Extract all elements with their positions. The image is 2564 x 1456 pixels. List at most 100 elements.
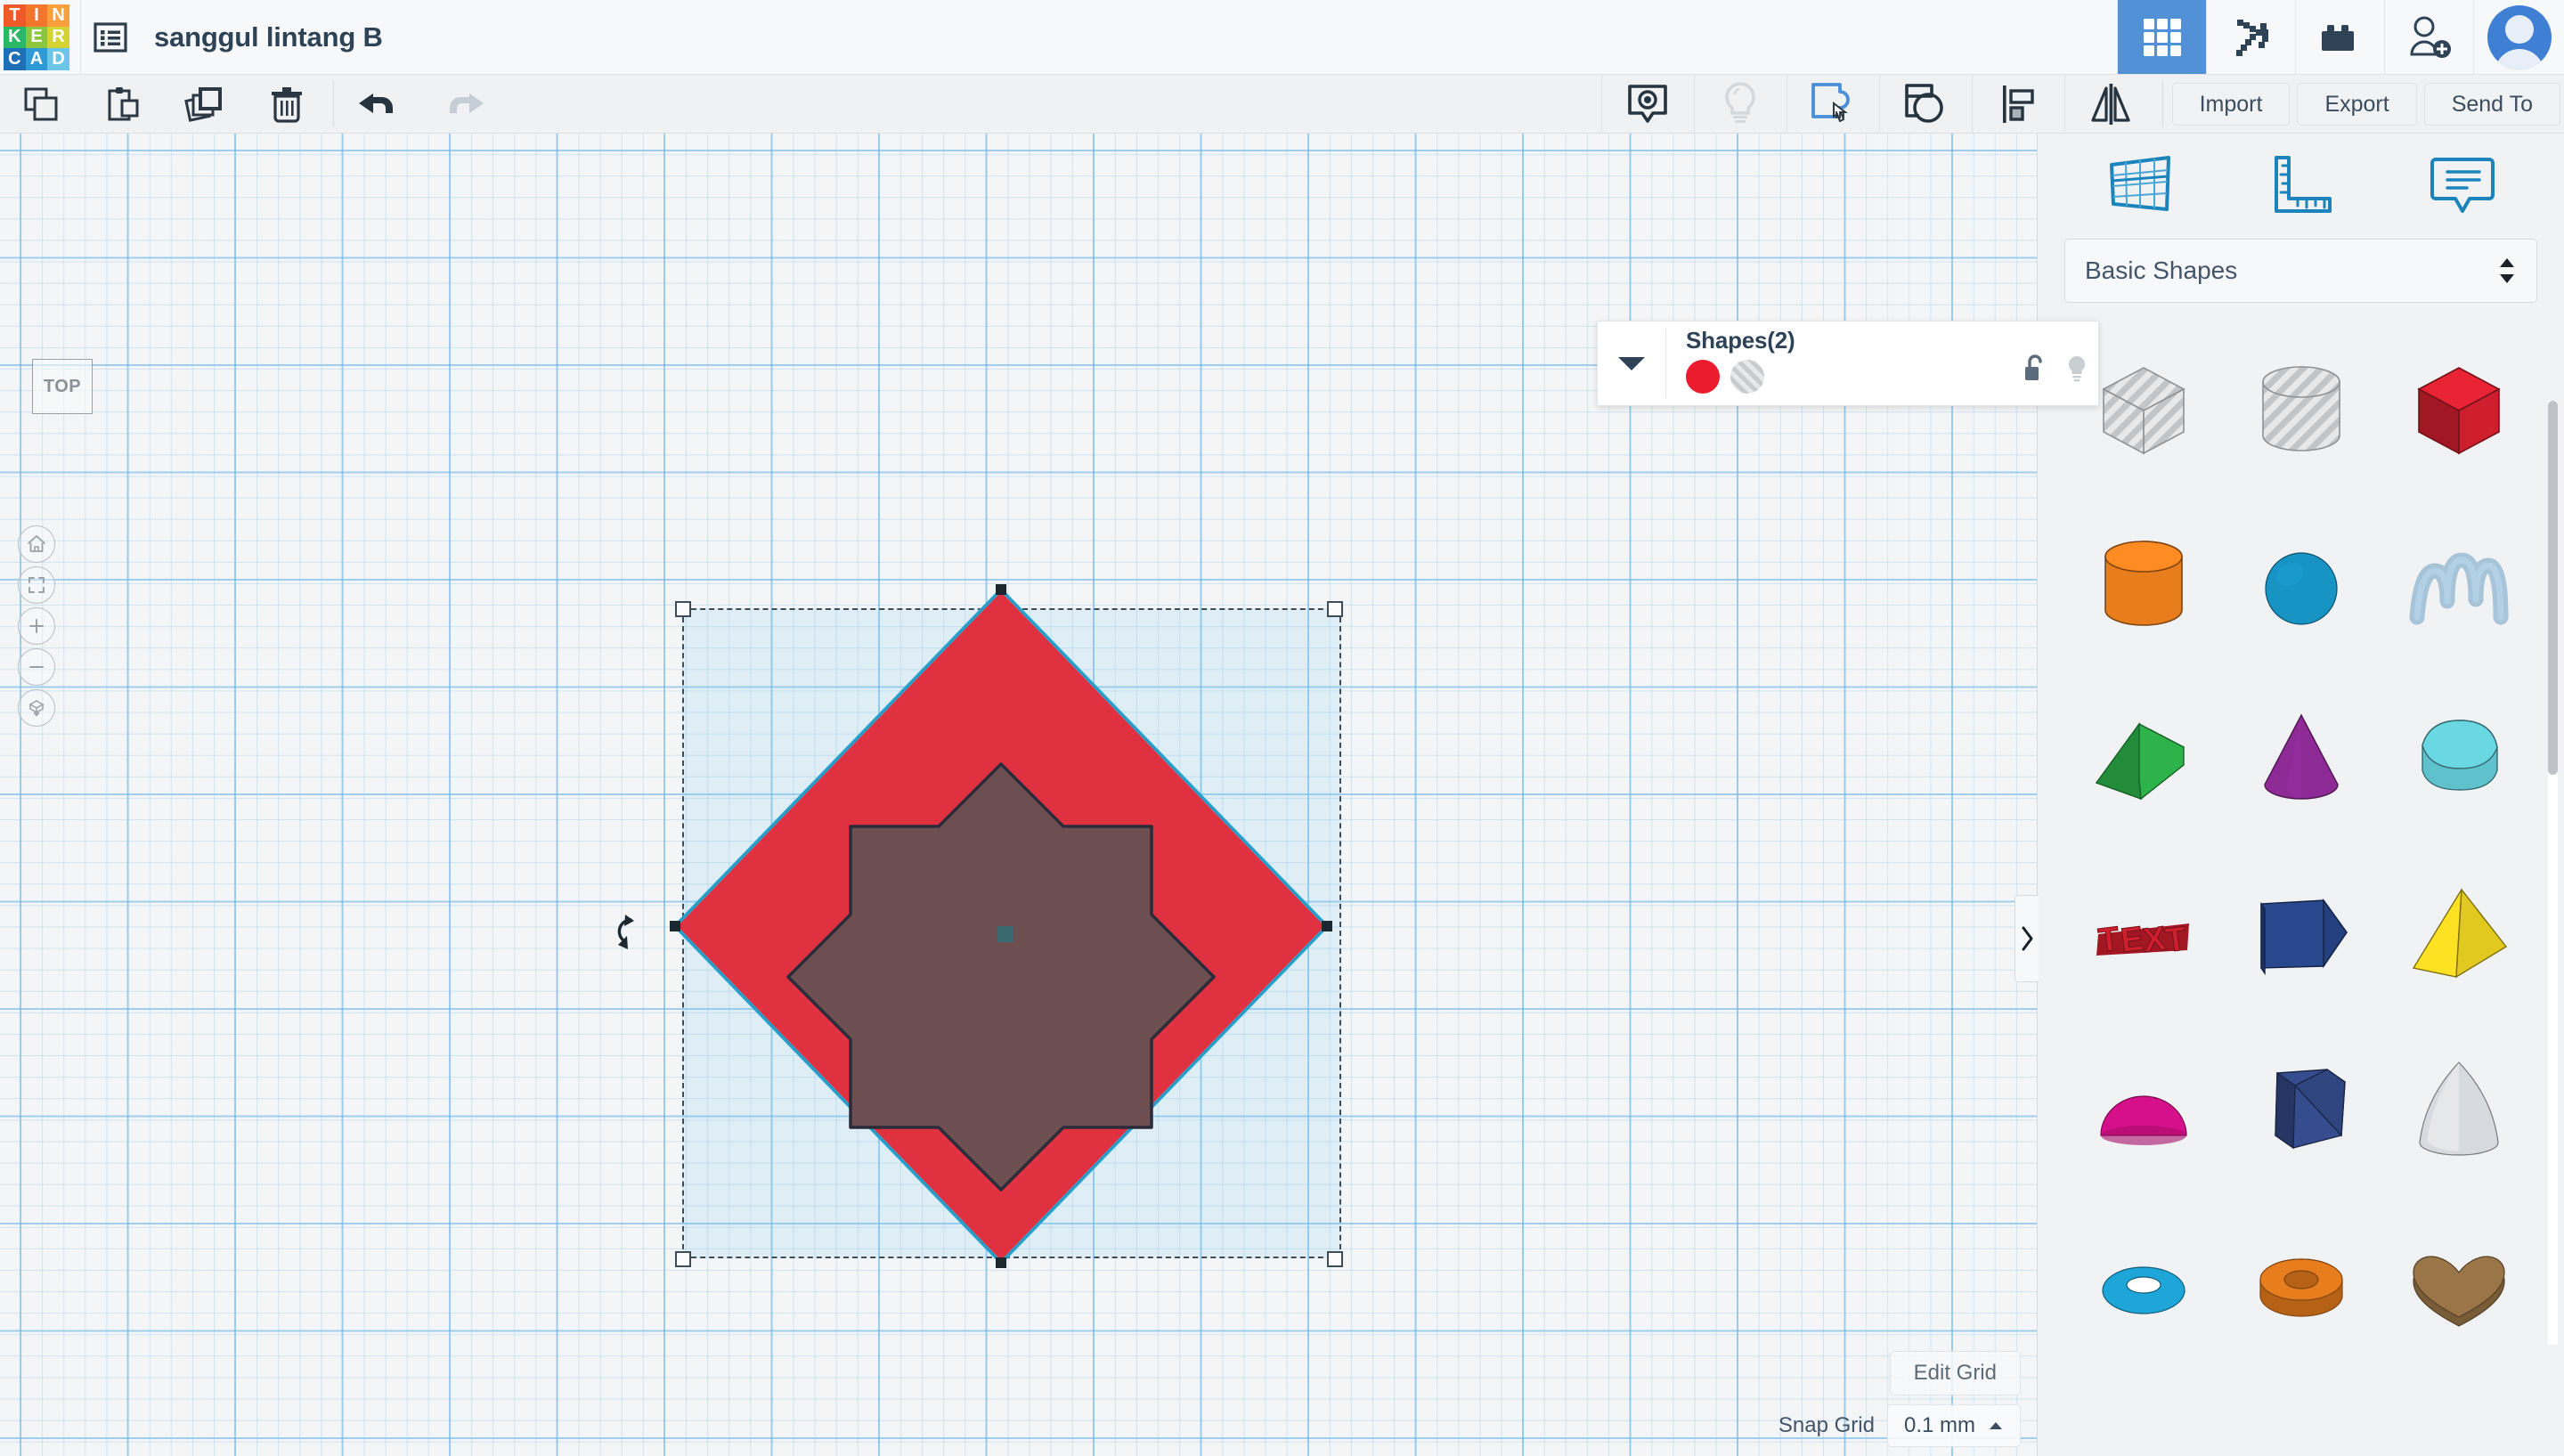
avatar-image bbox=[2487, 4, 2552, 69]
note-callout-icon bbox=[2430, 158, 2495, 213]
workplane-grid-icon bbox=[2109, 156, 2170, 211]
shape-library-item-cylinder-orange[interactable] bbox=[2064, 499, 2222, 673]
shape-library-item-wedge-green[interactable] bbox=[2064, 673, 2222, 848]
stepper-updown-icon bbox=[2500, 258, 2514, 283]
project-list-button[interactable] bbox=[81, 0, 140, 74]
ruler-tool[interactable] bbox=[2248, 150, 2355, 222]
logo-tile-d: D bbox=[47, 48, 69, 70]
star-shape[interactable] bbox=[786, 762, 1216, 1192]
shape-library-item-polygon-blue[interactable] bbox=[2222, 1022, 2380, 1197]
snap-grid-select[interactable]: 0.1 mm bbox=[1886, 1404, 2021, 1447]
group-button[interactable] bbox=[1786, 75, 1879, 133]
selected-shape-group[interactable] bbox=[623, 570, 1354, 1282]
gallery-grid-button[interactable] bbox=[2117, 0, 2206, 74]
lightbulb-icon bbox=[2068, 355, 2086, 382]
shapes-panel: Basic Shapes TEXT bbox=[2015, 134, 2564, 1456]
bricks-button[interactable] bbox=[2295, 0, 2384, 74]
export-button[interactable]: Export bbox=[2297, 83, 2417, 126]
invite-person-icon bbox=[2409, 16, 2451, 58]
visibility-toggle-button[interactable] bbox=[2064, 354, 2089, 388]
torus-blue-thumbnail bbox=[2101, 1266, 2186, 1314]
zoom-in-button[interactable] bbox=[18, 607, 55, 645]
workplane-tool[interactable] bbox=[2087, 150, 2194, 222]
main-toolbar: Import Export Send To bbox=[0, 75, 2564, 134]
shape-library-item-roof-teal[interactable] bbox=[2380, 673, 2537, 848]
send-to-button[interactable]: Send To bbox=[2423, 83, 2560, 126]
note-tool[interactable] bbox=[2409, 150, 2516, 222]
shape-library-item-heart-brown[interactable] bbox=[2380, 1197, 2537, 1371]
paraboloid-white-thumbnail bbox=[2418, 1061, 2499, 1156]
undo-arrow-icon bbox=[359, 93, 393, 113]
wedge-green-thumbnail bbox=[2095, 721, 2185, 801]
paste-icon bbox=[108, 86, 139, 120]
panel-collapse-button[interactable] bbox=[2015, 895, 2039, 982]
shape-library-item-house-blue[interactable] bbox=[2222, 848, 2380, 1022]
shape-category-select[interactable]: Basic Shapes bbox=[2064, 239, 2537, 303]
shape-library-item-paraboloid-white[interactable] bbox=[2380, 1022, 2537, 1197]
shape-library-item-sphere-blue[interactable] bbox=[2222, 499, 2380, 673]
import-button[interactable]: Import bbox=[2171, 83, 2291, 126]
logo-tile-r: R bbox=[47, 26, 69, 49]
text-red-thumbnail: TEXT bbox=[2096, 920, 2189, 960]
align-button[interactable] bbox=[1971, 75, 2064, 133]
note-button[interactable] bbox=[1600, 75, 1694, 133]
svg-text:T: T bbox=[2096, 920, 2120, 960]
avatar[interactable] bbox=[2473, 0, 2564, 74]
scribble-thumbnail bbox=[2409, 552, 2508, 625]
rotate-handle-icon[interactable] bbox=[611, 911, 648, 957]
shape-library-item-tube-orange[interactable] bbox=[2222, 1197, 2380, 1371]
perspective-toggle-button[interactable] bbox=[18, 689, 55, 727]
view-cube[interactable]: TOP bbox=[32, 359, 93, 414]
paste-button[interactable] bbox=[82, 75, 164, 133]
header-spacer bbox=[383, 0, 2117, 74]
home-view-button[interactable] bbox=[18, 525, 55, 563]
caret-up-icon bbox=[1990, 1422, 2002, 1429]
shape-library-item-dome-pink[interactable] bbox=[2064, 1022, 2222, 1197]
mirror-button[interactable] bbox=[2063, 75, 2157, 133]
gallery-grid-icon bbox=[2143, 18, 2181, 56]
fit-all-button[interactable] bbox=[18, 566, 55, 604]
box-red-thumbnail bbox=[2416, 367, 2501, 455]
panel-scrollbar-thumb[interactable] bbox=[2548, 401, 2558, 775]
invite-button[interactable] bbox=[2384, 0, 2473, 74]
minus-icon bbox=[29, 666, 44, 668]
redo-button[interactable] bbox=[421, 75, 503, 133]
shape-library-item-pyramid-yellow[interactable] bbox=[2380, 848, 2537, 1022]
logo-tile-c: C bbox=[4, 48, 26, 70]
shape-library-item-scribble[interactable] bbox=[2380, 499, 2537, 673]
shapes-collapse-button[interactable] bbox=[1598, 321, 1665, 405]
lock-toggle-button[interactable] bbox=[2022, 354, 2048, 388]
solid-color-swatch[interactable] bbox=[1686, 360, 1720, 394]
pyramid-yellow-thumbnail bbox=[2412, 888, 2507, 979]
tinkercad-logo[interactable]: TINKERCAD bbox=[4, 4, 69, 70]
toolbar-separator-2 bbox=[2161, 80, 2163, 127]
trash-icon bbox=[272, 86, 302, 123]
lightbulb-icon bbox=[1725, 81, 1755, 123]
hole-swatch[interactable] bbox=[1730, 360, 1764, 394]
shape-library-item-text-red[interactable]: TEXT bbox=[2064, 848, 2222, 1022]
codeblocks-pickaxe-icon bbox=[2235, 19, 2268, 56]
shapes-popup-content: Shapes(2) bbox=[1666, 321, 2098, 405]
fit-to-view-icon bbox=[28, 577, 45, 593]
comment-note-icon bbox=[1628, 84, 1667, 123]
shape-library-item-torus-blue[interactable] bbox=[2064, 1197, 2222, 1371]
shape-library-grid[interactable]: TEXT bbox=[2038, 315, 2564, 1456]
zoom-out-button[interactable] bbox=[18, 648, 55, 686]
shape-library-item-cone-purple[interactable] bbox=[2222, 673, 2380, 848]
undo-button[interactable] bbox=[339, 75, 421, 133]
shape-library-item-cylinder-hole[interactable] bbox=[2222, 324, 2380, 499]
ungroup-button[interactable] bbox=[1878, 75, 1972, 133]
shape-library-item-box-red[interactable] bbox=[2380, 324, 2537, 499]
shapes-inspector-popup[interactable]: Shapes(2) bbox=[1597, 321, 2099, 406]
delete-button[interactable] bbox=[246, 75, 328, 133]
codeblocks-button[interactable] bbox=[2206, 0, 2295, 74]
snap-grid-row: Snap Grid 0.1 mm bbox=[1779, 1404, 2021, 1447]
duplicate-button[interactable] bbox=[164, 75, 246, 133]
cylinder-orange-thumbnail bbox=[2104, 541, 2183, 626]
light-button[interactable] bbox=[1693, 75, 1787, 133]
edit-grid-button[interactable]: Edit Grid bbox=[1889, 1351, 2021, 1395]
mirror-flip-icon bbox=[2091, 83, 2130, 125]
home-icon bbox=[28, 534, 45, 552]
snap-grid-label: Snap Grid bbox=[1778, 1413, 1875, 1437]
copy-button[interactable] bbox=[0, 75, 82, 133]
